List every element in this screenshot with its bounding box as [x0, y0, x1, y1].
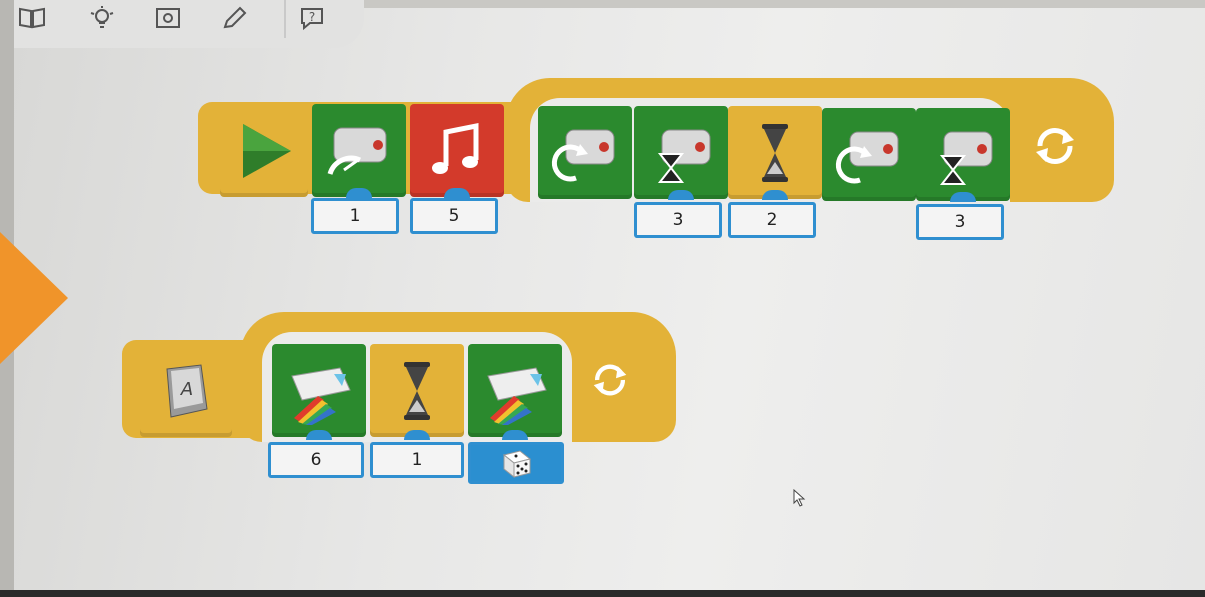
input-tab — [306, 430, 332, 440]
program1-start-block[interactable] — [220, 104, 308, 197]
toolbar-divider — [284, 0, 286, 38]
input-tab — [444, 188, 470, 198]
input-tab — [346, 188, 372, 198]
motor-hourglass-icon — [939, 131, 993, 185]
light-color-block[interactable] — [272, 344, 366, 437]
random-input[interactable] — [468, 442, 564, 484]
motor-speedometer-icon — [327, 127, 387, 175]
dice-icon — [502, 450, 532, 479]
sound-input[interactable]: 5 — [410, 198, 498, 234]
help-icon[interactable]: ? — [298, 4, 326, 32]
motor-on-for-block[interactable] — [634, 106, 728, 199]
motor-hourglass-icon — [657, 129, 711, 183]
sound-block[interactable] — [410, 104, 504, 197]
book-icon[interactable] — [18, 4, 46, 32]
motor-power-input[interactable]: 1 — [311, 198, 399, 234]
light-color-block-2[interactable] — [468, 344, 562, 437]
input-tab — [502, 430, 528, 440]
hourglass-icon — [404, 361, 430, 420]
camera-icon[interactable] — [154, 4, 182, 32]
program2-start-block[interactable]: A — [140, 342, 232, 437]
repeat-icon — [580, 350, 640, 410]
pencil-icon[interactable] — [220, 4, 248, 32]
input-tab — [404, 430, 430, 440]
lightbulb-icon[interactable] — [88, 4, 116, 32]
motor-rotate-icon — [835, 131, 899, 183]
motor-clockwise-block-2[interactable] — [822, 108, 916, 201]
motor-time-input[interactable]: 3 — [634, 202, 722, 238]
hub-rainbow-icon — [487, 366, 547, 425]
screen-bezel-bottom — [0, 590, 1205, 597]
repeat-icon — [1020, 116, 1090, 176]
play-icon — [243, 123, 291, 178]
wait-block[interactable] — [728, 106, 822, 199]
light-color-input[interactable]: 6 — [268, 442, 364, 478]
motor-time-input-2[interactable]: 3 — [916, 204, 1004, 240]
wait-block-2[interactable] — [370, 344, 464, 437]
motor-power-block[interactable] — [312, 104, 406, 197]
wait-input-2[interactable]: 1 — [370, 442, 464, 478]
hub-rainbow-icon — [291, 366, 351, 425]
motor-rotate-icon — [551, 129, 615, 181]
input-tab — [668, 190, 694, 200]
key-a-icon: A — [166, 363, 208, 418]
input-tab — [762, 190, 788, 200]
motor-clockwise-block[interactable] — [538, 106, 632, 199]
input-tab — [950, 192, 976, 202]
toolbar: ? — [14, 0, 364, 48]
svg-text:?: ? — [309, 10, 315, 24]
mouse-cursor-icon — [793, 488, 807, 507]
hourglass-icon — [762, 123, 788, 182]
motor-on-for-block-2[interactable] — [916, 108, 1010, 201]
wait-input[interactable]: 2 — [728, 202, 816, 238]
svg-text:A: A — [180, 379, 193, 400]
next-page-arrow[interactable] — [0, 232, 68, 364]
music-note-icon — [432, 122, 479, 174]
